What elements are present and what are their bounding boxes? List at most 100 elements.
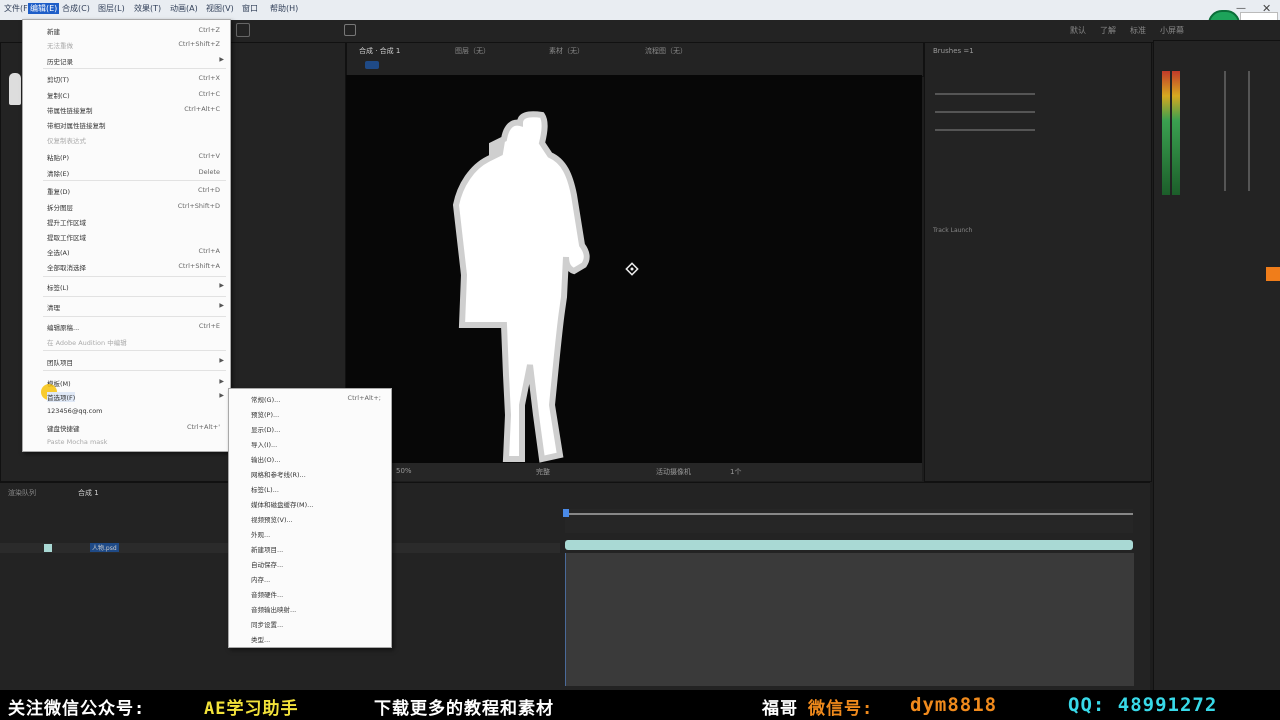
menu-item-history[interactable]: 历史记录 (47, 56, 73, 66)
menu-item-label[interactable]: 标签(L) (47, 282, 69, 292)
snap-checkbox[interactable] (344, 24, 356, 36)
menu-item-redo[interactable]: 无法重做 (47, 40, 73, 50)
submenu-item-memory[interactable]: 内存... (251, 574, 270, 584)
current-time-indicator[interactable] (563, 509, 569, 517)
shortcut: Ctrl+Shift+Z (178, 40, 220, 48)
submenu-item-auto-save[interactable]: 自动保存... (251, 559, 283, 569)
comp-breadcrumb[interactable] (365, 61, 379, 69)
menu-effect[interactable]: 效果(T) (134, 3, 161, 14)
volume-slider-right[interactable] (1248, 71, 1250, 191)
menu-file[interactable]: 文件(F) (4, 3, 31, 14)
shortcut: Ctrl+V (198, 152, 220, 160)
menu-item-extract-work-area[interactable]: 提取工作区域 (47, 232, 86, 242)
menu-item-edit-in-audition[interactable]: 在 Adobe Audition 中编辑 (47, 337, 127, 347)
thumbnail-silhouette (9, 73, 21, 105)
menu-item-paste-mocha[interactable]: Paste Mocha mask (47, 438, 107, 446)
menu-animation[interactable]: 动画(A) (170, 3, 198, 14)
shortcut: Ctrl+A (198, 247, 220, 255)
menu-item-account[interactable]: 123456@qq.com (47, 407, 103, 415)
menu-edit[interactable]: 编辑(E) (28, 3, 60, 14)
menu-item-edit-original[interactable]: 编辑原稿... (47, 322, 79, 332)
submenu-item-type[interactable]: 类型... (251, 634, 270, 644)
tab-footage[interactable]: 素材（无） (549, 46, 584, 56)
submenu-item-sync-settings[interactable]: 同步设置... (251, 619, 283, 629)
menu-bar: 文件(F) 编辑(E) 合成(C) 图层(L) 效果(T) 动画(A) 视图(V… (0, 0, 1280, 42)
menu-item-new[interactable]: 新建 (47, 26, 60, 36)
menu-item-split-layer[interactable]: 拆分图层 (47, 202, 73, 212)
submenu-item-audio-output[interactable]: 音频输出映射... (251, 604, 296, 614)
submenu-item-previews[interactable]: 预览(P)... (251, 409, 279, 419)
menu-item-copy[interactable]: 复制(C) (47, 90, 70, 100)
tab-comp-1[interactable]: 合成 1 (78, 488, 99, 498)
layer-label-color[interactable] (44, 544, 52, 552)
layer-name[interactable]: 人物.psd (90, 543, 119, 552)
workspace-default[interactable]: 默认 (1070, 25, 1086, 36)
menu-item-team-project[interactable]: 团队项目 (47, 357, 73, 367)
submenu-item-appearance[interactable]: 外观... (251, 529, 270, 539)
separator (43, 68, 226, 69)
submenu-arrow-icon: ▶ (219, 56, 224, 63)
submenu-item-new-project[interactable]: 新建项目... (251, 544, 283, 554)
tab-flowchart[interactable]: 流程图（无） (645, 46, 687, 56)
menu-item-copy-with-links[interactable]: 带属性链接复制 (47, 105, 93, 115)
separator (43, 296, 226, 297)
workspace-learn[interactable]: 了解 (1100, 25, 1116, 36)
opacity-slider[interactable] (935, 129, 1035, 131)
menu-item-duplicate[interactable]: 重复(D) (47, 186, 70, 196)
menu-item-select-all[interactable]: 全选(A) (47, 247, 70, 257)
menu-item-paste[interactable]: 粘贴(P) (47, 152, 69, 162)
composition-viewer[interactable] (346, 75, 922, 463)
time-ruler[interactable] (563, 509, 1133, 533)
timeline-track-area[interactable] (565, 553, 1134, 686)
shortcut: Ctrl+Shift+A (178, 262, 220, 270)
banner-qq: QQ: 48991272 (1068, 694, 1218, 716)
track-launch-select[interactable]: Track Launch (933, 227, 972, 234)
views-select[interactable]: 1个 (730, 467, 741, 477)
work-area-bar[interactable] (565, 513, 1133, 515)
menu-item-deselect-all[interactable]: 全部取消选择 (47, 262, 86, 272)
shortcut: Ctrl+Alt+; (347, 394, 381, 402)
tab-composition[interactable]: 合成 · 合成 1 (359, 46, 400, 56)
zoom-select[interactable]: 50% (396, 467, 412, 475)
selection-tool-icon[interactable] (236, 23, 250, 37)
workspace-small-screen[interactable]: 小屏幕 (1160, 25, 1184, 36)
tab-layer[interactable]: 图层（无） (455, 46, 490, 56)
submenu-item-output[interactable]: 输出(O)... (251, 454, 280, 464)
menu-item-keyboard-shortcuts[interactable]: 键盘快捷键 (47, 423, 80, 433)
anchor-point-icon (625, 262, 639, 276)
right-panels (1153, 40, 1280, 692)
menu-window[interactable]: 窗口 (242, 3, 258, 14)
submenu-item-display[interactable]: 显示(D)... (251, 424, 280, 434)
menu-item-copy-relative-links[interactable]: 带相对属性链接复制 (47, 120, 106, 130)
menu-item-preferences[interactable]: 首选项(F) (47, 392, 76, 402)
size-slider[interactable] (935, 93, 1035, 95)
submenu-item-labels[interactable]: 标签(L)... (251, 484, 279, 494)
submenu-item-import[interactable]: 导入(I)... (251, 439, 277, 449)
menu-layer[interactable]: 图层(L) (98, 3, 125, 14)
menu-item-copy-expression[interactable]: 仅复制表达式 (47, 135, 86, 145)
menu-item-lift-work-area[interactable]: 提升工作区域 (47, 217, 86, 227)
menu-item-clear[interactable]: 清除(E) (47, 168, 69, 178)
separator (43, 316, 226, 317)
submenu-item-grids-guides[interactable]: 网格和参考线(R)... (251, 469, 306, 479)
hardness-slider[interactable] (935, 111, 1035, 113)
shortcut: Ctrl+Alt+' (186, 423, 220, 431)
menu-item-purge[interactable]: 清理 (47, 302, 60, 312)
workspace-standard[interactable]: 标准 (1130, 25, 1146, 36)
viewer-tabbar: 合成 · 合成 1 图层（无） 素材（无） 流程图（无） (346, 42, 924, 77)
menu-help[interactable]: 帮助(H) (270, 3, 298, 14)
volume-slider[interactable] (1224, 71, 1226, 191)
submenu-item-video-preview[interactable]: 视频预览(V)... (251, 514, 293, 524)
submenu-item-media-cache[interactable]: 媒体和磁盘缓存(M)... (251, 499, 313, 509)
menu-view[interactable]: 视图(V) (206, 3, 234, 14)
camera-select[interactable]: 活动摄像机 (656, 467, 691, 477)
menu-composition[interactable]: 合成(C) (62, 3, 90, 14)
silhouette-figure (452, 111, 639, 463)
submenu-item-general[interactable]: 常规(G)... (251, 394, 280, 404)
submenu-item-audio-hardware[interactable]: 音频硬件... (251, 589, 283, 599)
menu-item-cut[interactable]: 剪切(T) (47, 74, 69, 84)
quality-select[interactable]: 完整 (536, 467, 550, 477)
fill-color-swatch[interactable] (1266, 267, 1280, 281)
layer-duration-bar[interactable] (565, 540, 1133, 550)
tab-render-queue[interactable]: 渲染队列 (8, 488, 36, 498)
